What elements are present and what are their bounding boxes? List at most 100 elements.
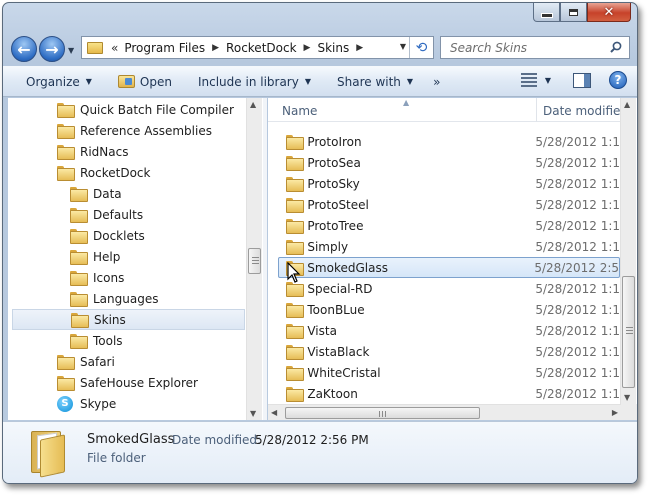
tree-item-label: RocketDock: [80, 165, 151, 180]
content-scrollbar[interactable]: ▲ ▼: [620, 98, 636, 404]
help-icon[interactable]: ?: [609, 71, 627, 89]
tree-item-label: Data: [93, 186, 122, 201]
scroll-right-icon[interactable]: ▶: [612, 408, 618, 417]
caption-buttons: ✕: [533, 3, 631, 23]
scroll-left-icon[interactable]: ◀: [271, 408, 277, 417]
file-name: Simply: [307, 239, 349, 254]
tree-item[interactable]: RocketDock: [57, 162, 150, 183]
pane-splitter[interactable]: [263, 98, 267, 420]
file-row[interactable]: Special-RD 5/28/2012 1:1: [278, 278, 620, 299]
minimize-icon: [540, 12, 553, 18]
tree-item[interactable]: Quick Batch File Compiler: [57, 99, 234, 120]
tree-item[interactable]: Defaults: [70, 204, 143, 225]
breadcrumb-item[interactable]: Skins: [317, 41, 349, 55]
maximize-button[interactable]: [560, 3, 587, 22]
tree-item-label: Defaults: [93, 207, 144, 222]
tree-item[interactable]: Tools: [70, 330, 123, 351]
more-commands-button[interactable]: »: [424, 71, 449, 93]
column-divider[interactable]: [536, 98, 537, 122]
folder-icon: [286, 366, 305, 381]
scroll-down-icon[interactable]: ▼: [624, 393, 630, 402]
breadcrumb-item[interactable]: Program Files: [124, 41, 205, 55]
file-date: 5/28/2012 2:5: [534, 260, 619, 275]
file-date: 5/28/2012 1:1: [535, 302, 620, 317]
breadcrumb-arrow-icon[interactable]: ▶: [212, 43, 219, 53]
details-date-value: 5/28/2012 2:56 PM: [255, 433, 369, 447]
search-icon[interactable]: [610, 41, 622, 53]
tree-item[interactable]: Help: [70, 246, 120, 267]
file-row[interactable]: ToonBLue 5/28/2012 1:1: [278, 299, 620, 320]
file-row[interactable]: ProtoSteel 5/28/2012 1:1: [278, 194, 620, 215]
details-date-label: Date modified:: [172, 433, 262, 447]
tree-item[interactable]: Reference Assemblies: [57, 120, 212, 141]
file-name: ProtoSea: [307, 155, 361, 170]
preview-pane-icon[interactable]: [573, 72, 591, 88]
column-name-header[interactable]: Name: [282, 104, 317, 118]
forward-button[interactable]: →: [39, 36, 65, 62]
close-button[interactable]: ✕: [587, 3, 631, 22]
address-bar[interactable]: « Program Files ▶ RocketDock ▶ Skins ▶ ▼…: [81, 36, 434, 59]
nav-scroll-thumb[interactable]: [248, 248, 261, 274]
organize-label: Organize: [26, 74, 80, 89]
minimize-button[interactable]: [533, 3, 560, 22]
breadcrumb-arrow-icon[interactable]: ▶: [356, 43, 363, 53]
file-row[interactable]: ZaKtoon 5/28/2012 1:1: [278, 383, 620, 404]
tree-item[interactable]: Skins: [12, 309, 245, 330]
tree-item[interactable]: Docklets: [70, 225, 145, 246]
open-button[interactable]: Open: [109, 71, 181, 93]
file-name: ProtoTree: [307, 218, 364, 233]
tree-item-label: Skins: [94, 312, 126, 327]
horizontal-scrollbar[interactable]: ◀ ▶: [268, 404, 621, 420]
file-row[interactable]: SmokedGlass 5/28/2012 2:5: [278, 257, 620, 278]
share-with-button[interactable]: Share with ▼: [328, 71, 422, 93]
file-row[interactable]: ProtoSky 5/28/2012 1:1: [278, 173, 620, 194]
tree-item[interactable]: Icons: [70, 267, 124, 288]
tree-item[interactable]: SafeHouse Explorer: [57, 372, 198, 393]
tree-item-label: Help: [93, 249, 121, 264]
file-date: 5/28/2012 1:1: [535, 176, 620, 191]
file-date: 5/28/2012 1:1: [535, 281, 620, 296]
file-date: 5/28/2012 1:1: [535, 197, 620, 212]
file-row[interactable]: Simply 5/28/2012 1:1: [278, 236, 620, 257]
organize-button[interactable]: Organize ▼: [17, 71, 101, 93]
column-header: ▲ Name Date modifie: [268, 98, 620, 122]
folder-icon: [70, 334, 88, 349]
tree-item[interactable]: Languages: [70, 288, 158, 309]
views-dropdown-icon[interactable]: ▼: [545, 76, 551, 85]
back-arrow-icon: ←: [17, 39, 31, 59]
file-row[interactable]: VistaBlack 5/28/2012 1:1: [278, 341, 620, 362]
tree-item[interactable]: Safari: [57, 351, 115, 372]
horizontal-scroll-thumb[interactable]: [285, 407, 480, 419]
maximize-icon: [569, 8, 578, 16]
breadcrumb-item[interactable]: RocketDock: [226, 41, 296, 55]
scroll-down-icon[interactable]: ▼: [250, 409, 256, 418]
file-row[interactable]: Vista 5/28/2012 1:1: [278, 320, 620, 341]
tree-item-label: Languages: [93, 291, 159, 306]
include-in-library-button[interactable]: Include in library ▼: [189, 71, 320, 93]
scroll-up-icon[interactable]: ▲: [624, 100, 630, 109]
tree-item-label: Quick Batch File Compiler: [80, 102, 234, 117]
tree-item-label: SafeHouse Explorer: [80, 375, 198, 390]
scroll-up-icon[interactable]: ▲: [250, 100, 256, 109]
search-input[interactable]: Search Skins: [440, 36, 630, 59]
file-row[interactable]: ProtoTree 5/28/2012 1:1: [278, 215, 620, 236]
refresh-button[interactable]: ⟲: [409, 37, 433, 58]
address-dropdown-icon[interactable]: ▼: [400, 42, 406, 51]
breadcrumb-arrow-icon[interactable]: ▶: [304, 43, 311, 53]
file-date: 5/28/2012 1:1: [535, 134, 620, 149]
tree-item[interactable]: RidNacs: [57, 141, 128, 162]
file-row[interactable]: ProtoSea 5/28/2012 1:1: [278, 152, 620, 173]
file-row[interactable]: WhiteCristal 5/28/2012 1:1: [278, 362, 620, 383]
folder-icon: [70, 208, 88, 223]
views-icon[interactable]: [520, 73, 537, 87]
recent-pages-dropdown[interactable]: ▼: [68, 46, 74, 55]
tree-item[interactable]: Data: [70, 183, 122, 204]
file-row[interactable]: ProtoIron 5/28/2012 1:1: [278, 131, 620, 152]
tree-item[interactable]: S Skype: [57, 393, 116, 414]
column-date-header[interactable]: Date modifie: [543, 104, 620, 118]
content-scroll-thumb[interactable]: [622, 276, 635, 388]
address-overflow[interactable]: «: [111, 41, 118, 55]
back-button[interactable]: ←: [11, 36, 37, 62]
folder-icon: [286, 219, 305, 234]
nav-scrollbar[interactable]: ▲ ▼: [246, 98, 262, 420]
